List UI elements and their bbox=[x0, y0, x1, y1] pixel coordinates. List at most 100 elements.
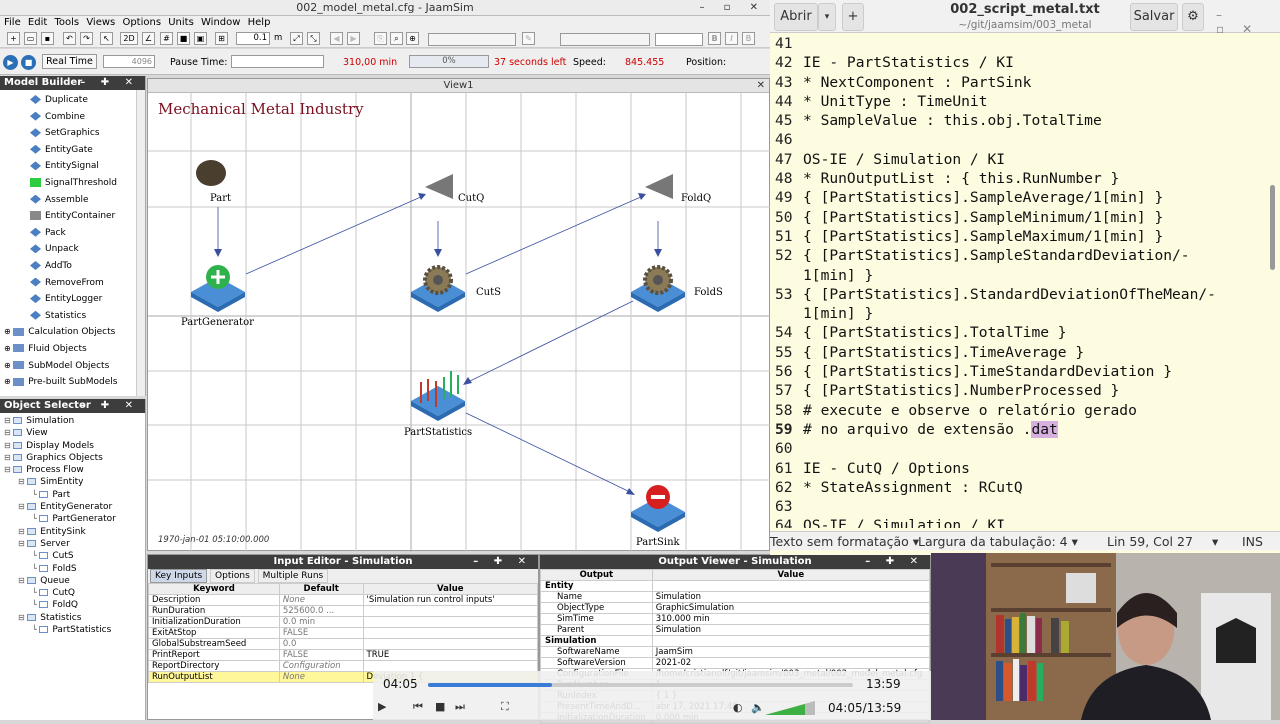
collapse-icon[interactable]: ⊟ bbox=[18, 576, 27, 585]
play-icon[interactable]: ▶ bbox=[3, 55, 18, 70]
tree-item[interactable]: ⊟ SimEntity bbox=[4, 476, 145, 488]
tab-key-inputs[interactable]: Key Inputs bbox=[150, 569, 208, 583]
window-controls[interactable]: –▫✕ bbox=[1216, 8, 1280, 36]
palette-item[interactable]: EntityLogger bbox=[0, 291, 145, 308]
code-line[interactable]: 62 * StateAssignment : RCutQ bbox=[775, 478, 1270, 497]
expand-icon[interactable]: ⊕ bbox=[4, 361, 13, 370]
code-line[interactable]: 45 * SampleValue : this.obj.TotalTime bbox=[775, 111, 1270, 130]
model-canvas[interactable] bbox=[148, 79, 771, 552]
palette-folder[interactable]: ⊕ Fluid Objects bbox=[0, 341, 145, 358]
expand-icon[interactable]: ⊕ bbox=[4, 377, 13, 386]
table-row[interactable]: PrintReport FALSE TRUE bbox=[148, 649, 539, 661]
position-dropdown-chevron-icon[interactable]: ▾ bbox=[1212, 532, 1218, 551]
table-row[interactable]: Description None 'Simulation run control i… bbox=[148, 594, 539, 606]
table-row[interactable]: GlobalSubstreamSeed 0.0 bbox=[148, 638, 539, 650]
collapse-icon[interactable]: ⊟ bbox=[4, 441, 13, 450]
menu-window[interactable]: Window bbox=[201, 17, 240, 28]
code-line[interactable]: 1[min] } bbox=[775, 304, 1270, 323]
table-row[interactable]: ObjectType GraphicSimulation bbox=[540, 602, 931, 614]
palette-item[interactable]: Duplicate bbox=[0, 92, 145, 109]
real-time-button[interactable]: Real Time bbox=[42, 54, 97, 69]
code-line[interactable]: 56 { [PartStatistics].TimeStandardDeviati… bbox=[775, 362, 1270, 381]
bold-icon[interactable]: B bbox=[708, 32, 721, 45]
value-cell[interactable] bbox=[362, 605, 539, 617]
tree-item[interactable]: ⊟ Server bbox=[4, 538, 145, 550]
select-icon[interactable]: ■ bbox=[177, 32, 190, 45]
volume-icon[interactable]: 🔈 bbox=[751, 701, 765, 714]
editor-scrollbar[interactable] bbox=[1270, 185, 1275, 270]
tree-item[interactable]: ⊟ EntityGenerator bbox=[4, 501, 145, 513]
code-line[interactable]: 57 { [PartStatistics].NumberProcessed } bbox=[775, 381, 1270, 400]
table-row[interactable]: Name Simulation bbox=[540, 591, 931, 603]
code-line[interactable]: 60 bbox=[775, 439, 1270, 458]
tree-item[interactable]: ⊟ Simulation bbox=[4, 415, 145, 427]
expand-icon[interactable]: ⊕ bbox=[4, 344, 13, 353]
table-row[interactable]: SoftwareVersion 2021-02 bbox=[540, 657, 931, 669]
format-select[interactable]: Texto sem formatação ▾ bbox=[770, 532, 919, 551]
palette-item[interactable]: Statistics bbox=[0, 308, 145, 325]
menu-file[interactable]: File bbox=[4, 17, 21, 28]
stop-icon[interactable]: ■ bbox=[21, 55, 36, 70]
cursor-position[interactable]: Lin 59, Col 27 bbox=[1107, 532, 1193, 551]
code-line[interactable]: 43 * NextComponent : PartSink bbox=[775, 73, 1270, 92]
table-row[interactable]: SoftwareName JaamSim bbox=[540, 646, 931, 658]
panel-controls[interactable]: – ✚ ✕ bbox=[80, 399, 139, 413]
expand-icon[interactable]: ⊕ bbox=[4, 327, 13, 336]
volume-slider[interactable] bbox=[765, 701, 815, 715]
tree-item[interactable]: ⊟ EntitySink bbox=[4, 526, 145, 538]
font-select[interactable] bbox=[428, 33, 516, 46]
prev-icon[interactable]: ◀ bbox=[330, 32, 343, 45]
save-icon[interactable]: ▪ bbox=[41, 32, 54, 45]
menu-edit[interactable]: Edit bbox=[28, 17, 47, 28]
play-icon[interactable]: ▶ bbox=[378, 700, 398, 716]
panel-controls[interactable]: – ✚ ✕ bbox=[865, 555, 924, 569]
tree-item[interactable]: └ CutQ bbox=[4, 587, 145, 599]
tree-item[interactable]: ⊟ Statistics bbox=[4, 612, 145, 624]
palette-folder[interactable]: ⊕ SubModel Objects bbox=[0, 358, 145, 375]
menu-options[interactable]: Options bbox=[122, 17, 161, 28]
collapse-icon[interactable]: ⊟ bbox=[4, 428, 13, 437]
table-row[interactable]: Parent Simulation bbox=[540, 624, 931, 636]
stop-icon[interactable]: ■ bbox=[435, 700, 445, 713]
grid-icon[interactable]: # bbox=[160, 32, 173, 45]
save-button[interactable]: Salvar bbox=[1130, 3, 1178, 31]
open-dropdown-chevron-icon[interactable]: ▾ bbox=[818, 3, 836, 31]
code-line[interactable]: 47 OS-IE / Simulation / KI bbox=[775, 150, 1270, 169]
tree-item[interactable]: ⊟ Queue bbox=[4, 575, 145, 587]
palette-item[interactable]: Combine bbox=[0, 109, 145, 126]
tab-width-select[interactable]: Largura da tabulação: 4 ▾ bbox=[918, 532, 1078, 551]
axes-icon[interactable]: ∠ bbox=[142, 32, 155, 45]
next-icon[interactable]: ▶ bbox=[347, 32, 360, 45]
code-line[interactable]: 1[min] } bbox=[775, 266, 1270, 285]
increment-input[interactable]: 0.1 bbox=[236, 32, 270, 45]
pause-time-input[interactable] bbox=[231, 55, 324, 68]
collapse-icon[interactable]: ⊟ bbox=[4, 453, 13, 462]
close-icon[interactable]: ✕ bbox=[757, 79, 765, 93]
collapse-icon[interactable]: ⊟ bbox=[18, 527, 27, 536]
collapse-icon[interactable]: ⊟ bbox=[4, 465, 13, 474]
skip-forward-icon[interactable]: ⏭ bbox=[455, 700, 465, 714]
tree-item[interactable]: ⊟ Display Models bbox=[4, 440, 145, 452]
tree-item[interactable]: └ PartGenerator bbox=[4, 513, 145, 525]
italic-icon[interactable]: I bbox=[725, 32, 738, 45]
find-icon[interactable]: ⌕ bbox=[390, 32, 403, 45]
code-line[interactable]: 50 { [PartStatistics].SampleMinimum/1[min… bbox=[775, 208, 1270, 227]
tree-item[interactable]: ⊟ Process Flow bbox=[4, 464, 145, 476]
value-cell[interactable]: 'Simulation run control inputs' bbox=[362, 594, 539, 606]
code-line[interactable]: 52 { [PartStatistics].SampleStandardDevia… bbox=[775, 246, 1270, 265]
code-line[interactable]: 58 # execute e observe o relatório gerado bbox=[775, 401, 1270, 420]
collapse-icon[interactable]: ⊟ bbox=[18, 539, 27, 548]
menu-help[interactable]: Help bbox=[248, 17, 271, 28]
code-line[interactable]: 41 bbox=[775, 34, 1270, 53]
code-line[interactable]: 59 # no arquivo de extensão .dat bbox=[775, 420, 1270, 439]
color-field[interactable] bbox=[655, 33, 703, 46]
tree-item[interactable]: └ FoldQ bbox=[4, 599, 145, 611]
pencil-icon[interactable]: ✎ bbox=[522, 32, 535, 45]
collapse-icon[interactable]: ⊟ bbox=[18, 477, 27, 486]
view-2d-button[interactable]: 2D bbox=[120, 32, 138, 45]
pointer-icon[interactable]: ↖ bbox=[100, 32, 113, 45]
new-tab-button[interactable]: + bbox=[842, 3, 864, 31]
code-line[interactable]: 42 IE - PartStatistics / KI bbox=[775, 53, 1270, 72]
table-row[interactable]: ExitAtStop FALSE bbox=[148, 627, 539, 639]
table-row[interactable]: RunDuration 525600.0 ... bbox=[148, 605, 539, 617]
